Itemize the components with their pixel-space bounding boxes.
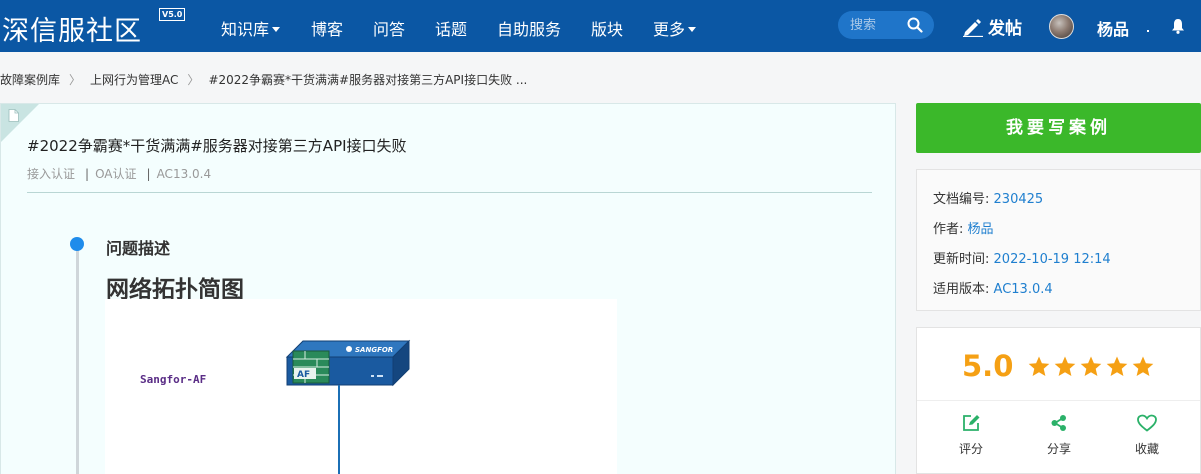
nav-more[interactable]: 更多 [653, 16, 697, 40]
pencil-icon [963, 19, 983, 38]
action-label: 评分 [958, 442, 983, 456]
network-link-line [338, 385, 340, 474]
edit-icon [963, 415, 980, 431]
nav-knowledge-base[interactable]: 知识库 [221, 16, 281, 40]
share-icon [1051, 415, 1066, 431]
firewall-device-icon: AF SANGFOR [285, 339, 411, 387]
info-value[interactable]: 杨品 [968, 222, 994, 237]
rating-stars [1027, 355, 1157, 379]
article-tags: 接入认证 | OA认证 | AC13.0.4 [27, 165, 211, 182]
section-label: 问题描述 [106, 239, 171, 258]
breadcrumb-current: #2022争霸赛*干货满满#服务器对接第三方API接口失败 ... [208, 73, 528, 87]
breadcrumb: 故障案例库〉上网行为管理AC 〉 #2022争霸赛*干货满满#服务器对接第三方API… [0, 71, 527, 88]
rating-card: 5.0 评分 分享 收藏 [916, 327, 1201, 474]
tag[interactable]: OA认证 [95, 167, 136, 181]
write-case-button[interactable]: 我要写案例 [916, 103, 1201, 153]
logo-version-badge: V5.0 [159, 8, 186, 21]
info-label: 作者: [933, 222, 964, 237]
nav-sections[interactable]: 版块 [591, 16, 623, 40]
info-label: 文档编号: [933, 192, 990, 207]
search-box [838, 11, 934, 39]
share-button[interactable]: 分享 [1029, 414, 1089, 457]
nav-qa[interactable]: 问答 [373, 16, 405, 40]
tag[interactable]: AC13.0.4 [157, 167, 212, 181]
nav-topics[interactable]: 话题 [435, 16, 467, 40]
avatar[interactable] [1049, 14, 1074, 39]
star-icon [1054, 356, 1076, 376]
tag-separator: | [85, 167, 90, 181]
timeline-line [76, 244, 79, 474]
breadcrumb-item[interactable]: 故障案例库 [0, 73, 60, 87]
info-author: 作者: 杨品 [933, 218, 994, 237]
device-brand: SANGFOR [355, 346, 393, 354]
top-navbar: 深信服社区 V5.0 知识库 博客 问答 话题 自助服务 版块 更多 发帖 杨品 [0, 0, 1201, 52]
info-value: 2022-10-19 12:14 [993, 252, 1111, 267]
caret-down-icon [272, 27, 281, 32]
breadcrumb-item[interactable]: 上网行为管理AC [90, 73, 178, 87]
action-label: 分享 [1046, 442, 1071, 456]
device-badge: AF [297, 370, 310, 380]
nav-label: 知识库 [221, 20, 270, 39]
article-title: #2022争霸赛*干货满满#服务器对接第三方API接口失败 [27, 137, 407, 155]
star-icon [1132, 356, 1154, 376]
document-info-card: 文档编号: 230425 作者: 杨品 更新时间: 2022-10-19 12:… [916, 169, 1201, 311]
site-logo[interactable]: 深信服社区 [2, 9, 142, 48]
bell-icon[interactable] [1171, 18, 1185, 34]
post-button[interactable]: 发帖 [962, 14, 1022, 39]
info-doc-number: 文档编号: 230425 [933, 188, 1043, 207]
topology-diagram: Sangfor-AF AF SANGFOR [105, 299, 617, 474]
nav-blog[interactable]: 博客 [311, 16, 343, 40]
star-icon [1106, 356, 1128, 376]
star-icon [1028, 356, 1050, 376]
action-label: 收藏 [1134, 442, 1159, 456]
post-label: 发帖 [988, 19, 1022, 39]
search-input[interactable] [850, 11, 908, 39]
nav-self-service[interactable]: 自助服务 [497, 16, 561, 40]
info-value[interactable]: AC13.0.4 [994, 282, 1053, 297]
heart-icon [1137, 414, 1157, 432]
caret-down-icon [688, 27, 697, 32]
rating-score: 5.0 [962, 349, 1014, 383]
info-updated-time: 更新时间: 2022-10-19 12:14 [933, 248, 1111, 267]
star-icon [1080, 356, 1102, 376]
timeline-dot [70, 237, 84, 251]
chevron-right-icon: 〉 [187, 73, 200, 87]
username[interactable]: 杨品 [1097, 16, 1129, 40]
device-label: Sangfor-AF [140, 373, 207, 386]
info-applicable-version: 适用版本: AC13.0.4 [933, 278, 1053, 297]
rate-button[interactable]: 评分 [941, 414, 1001, 457]
info-label: 适用版本: [933, 282, 990, 297]
article-card: #2022争霸赛*干货满满#服务器对接第三方API接口失败 接入认证 | OA认证 |… [0, 103, 896, 474]
tag[interactable]: 接入认证 [27, 167, 75, 181]
favorite-button[interactable]: 收藏 [1117, 414, 1177, 457]
title-divider [27, 192, 872, 193]
info-label: 更新时间: [933, 252, 990, 267]
tag-separator: | [146, 167, 151, 181]
nav-label: 更多 [653, 20, 686, 39]
separator-dot [1147, 30, 1149, 32]
info-value[interactable]: 230425 [994, 192, 1044, 207]
rating-divider [917, 400, 1200, 401]
search-icon[interactable] [907, 17, 923, 33]
chevron-right-icon: 〉 [69, 73, 82, 87]
document-icon [8, 109, 19, 122]
